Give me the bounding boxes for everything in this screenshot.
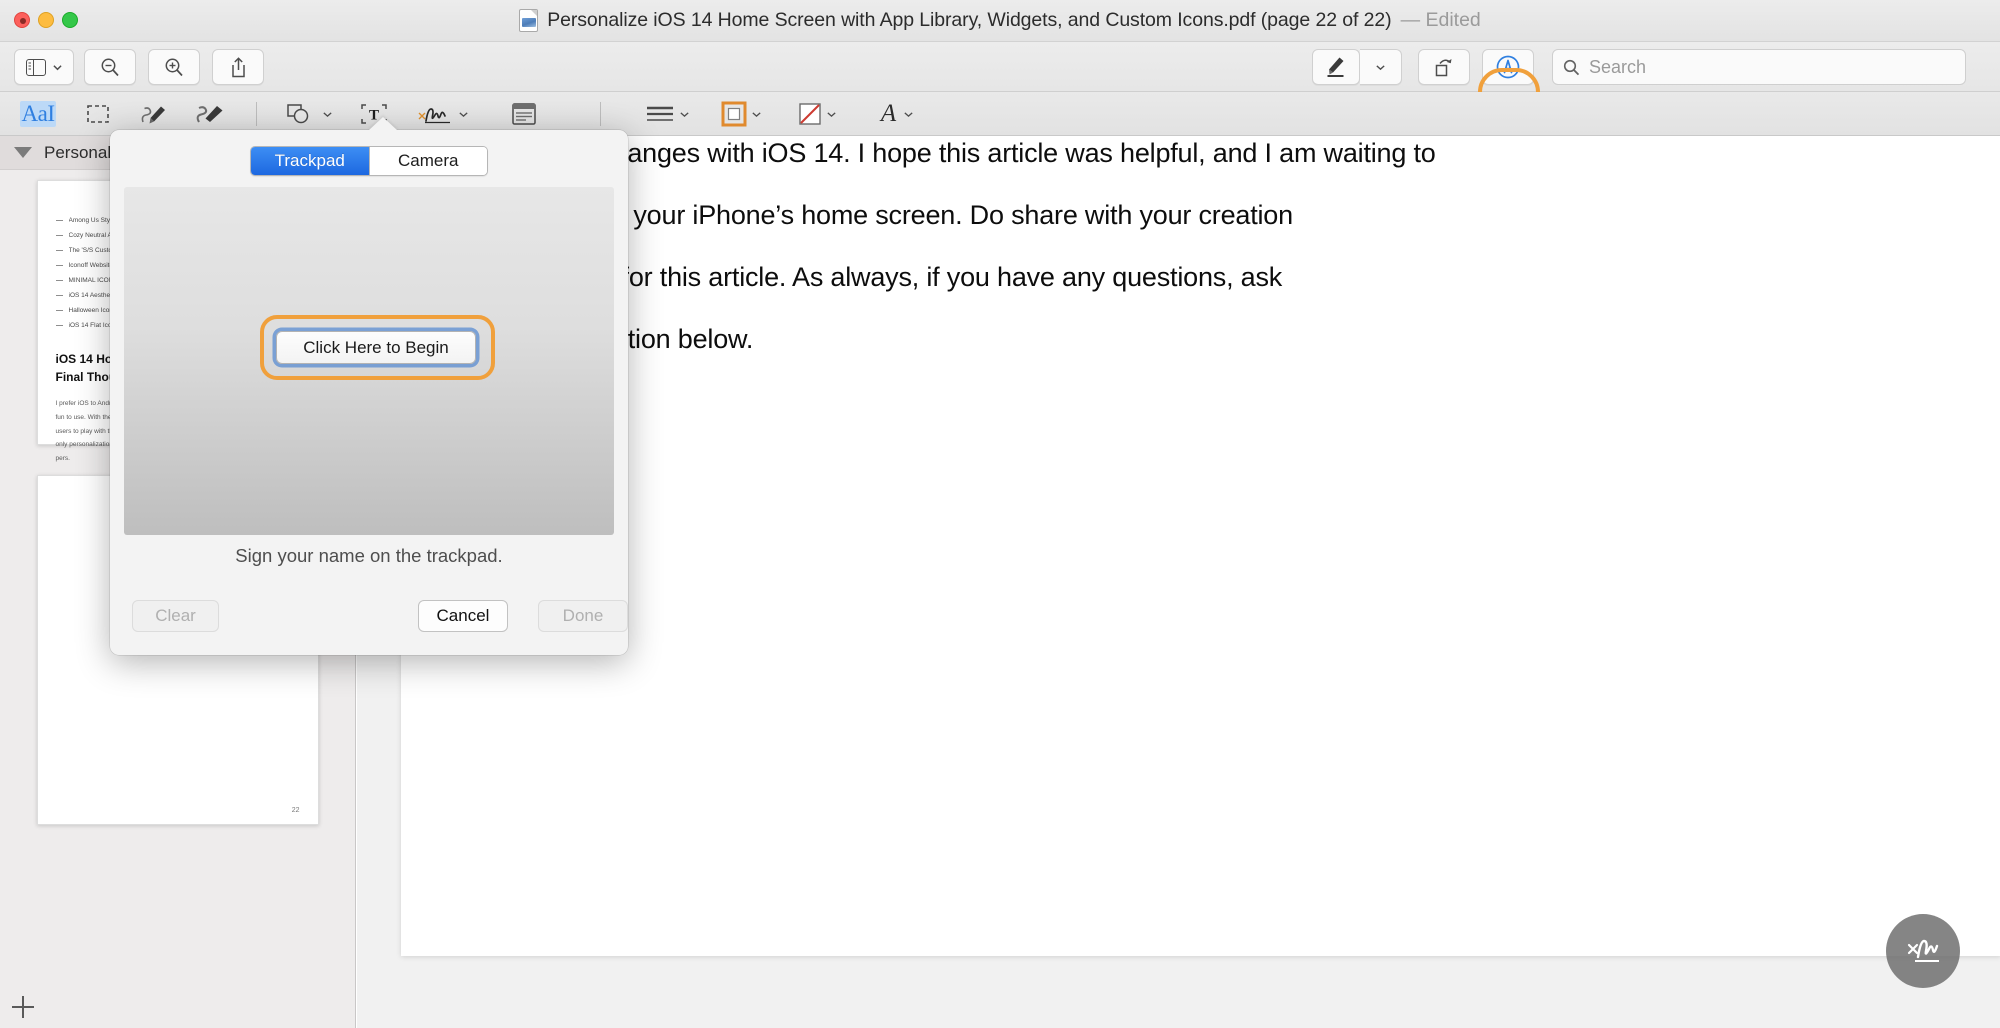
border-color-tool[interactable] xyxy=(710,95,772,133)
zoom-in-button[interactable] xyxy=(148,49,200,85)
toolbar-divider-2 xyxy=(600,102,601,126)
edited-indicator: — Edited xyxy=(1401,9,1481,32)
search-placeholder: Search xyxy=(1589,57,1646,78)
done-button[interactable]: Done xyxy=(538,600,628,632)
signature-popover: Trackpad Camera Click Here to Begin Sign… xyxy=(110,130,628,655)
signature-icon xyxy=(418,103,452,125)
bullet-dash-icon xyxy=(56,265,63,266)
sidebar-icon xyxy=(26,59,46,76)
tab-camera[interactable]: Camera xyxy=(370,147,488,175)
border-color-icon xyxy=(722,102,746,126)
main-toolbar: Search xyxy=(0,42,2000,92)
note-icon xyxy=(512,103,536,125)
pdf-document-icon xyxy=(519,9,538,32)
add-page-button[interactable] xyxy=(12,996,34,1018)
markup-circle-icon xyxy=(1495,54,1521,80)
zoom-out-icon xyxy=(100,57,120,77)
pdf-page[interactable]: That all changes with iOS 14. I hope thi… xyxy=(401,136,2000,956)
bullet-dash-icon xyxy=(56,220,63,221)
window-controls xyxy=(14,12,78,28)
chevron-down-icon xyxy=(680,110,689,119)
fill-color-icon xyxy=(799,103,821,125)
chevron-down-icon xyxy=(752,110,761,119)
chevron-down-icon xyxy=(904,110,913,119)
sidebar-footer xyxy=(0,986,355,1028)
signature-source-tabs: Trackpad Camera xyxy=(250,146,488,176)
text-selection-label: AaI xyxy=(20,101,57,127)
document-line: That all changes with iOS 14. I hope thi… xyxy=(401,136,2000,184)
cancel-button[interactable]: Cancel xyxy=(418,600,508,632)
tab-trackpad[interactable]: Trackpad xyxy=(251,147,369,175)
preview-window: Personalize iOS 14 Home Screen with App … xyxy=(0,0,2000,1028)
document-line: our tweet for this article. As always, i… xyxy=(401,246,2000,308)
window-title: Personalize iOS 14 Home Screen with App … xyxy=(519,9,1481,32)
bullet-dash-icon xyxy=(56,295,63,296)
markup-options-button[interactable] xyxy=(1360,49,1402,85)
rotate-left-icon xyxy=(1434,57,1454,77)
disclosure-triangle-icon[interactable] xyxy=(14,147,32,158)
thumb-page-number: 22 xyxy=(292,807,300,814)
shapes-tool[interactable] xyxy=(282,95,336,133)
toolbar-divider xyxy=(256,102,257,126)
search-icon xyxy=(1563,59,1580,76)
share-button[interactable] xyxy=(212,49,264,85)
bullet-dash-icon xyxy=(56,280,63,281)
shape-style-icon xyxy=(646,105,674,123)
rectangular-selection-tool[interactable] xyxy=(76,95,120,133)
zoom-out-button[interactable] xyxy=(84,49,136,85)
document-title-text: Personalize iOS 14 Home Screen with App … xyxy=(547,9,1391,32)
bullet-dash-icon xyxy=(56,235,63,236)
text-style-glyph: A xyxy=(881,100,896,128)
text-selection-tool[interactable]: AaI xyxy=(12,95,64,133)
share-icon xyxy=(230,57,247,78)
shape-style-tool[interactable] xyxy=(636,95,698,133)
rotate-left-button[interactable] xyxy=(1418,49,1470,85)
draw-tool[interactable] xyxy=(188,95,234,133)
chevron-down-icon xyxy=(1376,63,1385,72)
popover-arrow xyxy=(368,117,398,131)
text-style-tool[interactable]: A xyxy=(866,95,928,133)
close-window-button[interactable] xyxy=(14,12,30,28)
bullet-dash-icon xyxy=(56,250,63,251)
signature-badge-icon xyxy=(1903,931,1943,971)
minimize-window-button[interactable] xyxy=(38,12,54,28)
markup-pen-button[interactable] xyxy=(1312,49,1360,85)
document-line: nment section below. xyxy=(401,308,2000,370)
fill-color-tool[interactable] xyxy=(786,95,848,133)
trackpad-signature-canvas[interactable]: Click Here to Begin xyxy=(124,187,614,535)
title-bar: Personalize iOS 14 Home Screen with App … xyxy=(0,0,2000,42)
bullet-dash-icon xyxy=(56,310,63,311)
zoom-in-icon xyxy=(164,57,184,77)
sketch-icon xyxy=(140,103,170,125)
search-input[interactable]: Search xyxy=(1552,49,1966,85)
rect-selection-icon xyxy=(87,105,109,123)
markup-floating-badge[interactable] xyxy=(1886,914,1960,988)
begin-button-highlight xyxy=(260,315,495,380)
document-line: an do with your iPhone’s home screen. Do… xyxy=(401,184,2000,246)
clear-button[interactable]: Clear xyxy=(132,600,219,632)
sidebar-view-button[interactable] xyxy=(14,49,74,85)
chevron-down-icon xyxy=(53,63,62,72)
bullet-dash-icon xyxy=(56,325,63,326)
signature-tool[interactable] xyxy=(408,95,478,133)
shapes-icon xyxy=(287,104,317,124)
maximize-window-button[interactable] xyxy=(62,12,78,28)
annotation-toolbar-toggle-button[interactable] xyxy=(1482,49,1534,85)
pen-icon xyxy=(1326,56,1346,78)
chevron-down-icon xyxy=(827,110,836,119)
sketch-tool[interactable] xyxy=(132,95,178,133)
chevron-down-icon xyxy=(459,110,468,119)
trackpad-instruction-text: Sign your name on the trackpad. xyxy=(110,545,628,567)
draw-icon xyxy=(195,103,227,125)
chevron-down-icon xyxy=(323,110,332,119)
note-tool[interactable] xyxy=(500,95,548,133)
